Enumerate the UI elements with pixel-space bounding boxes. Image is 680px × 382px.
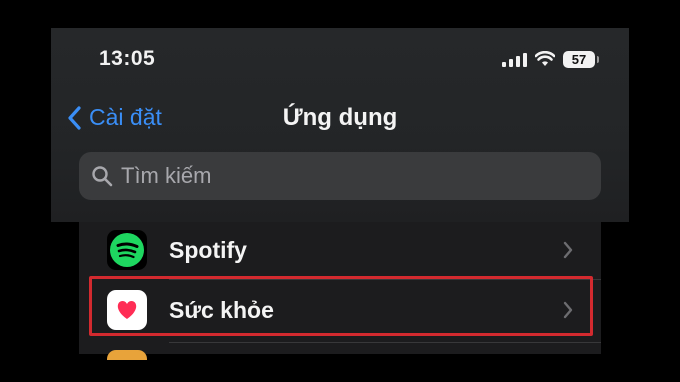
health-heart-icon xyxy=(107,290,147,330)
battery-icon: 57 xyxy=(563,50,599,68)
partial-app-icon xyxy=(107,350,147,360)
cellular-signal-icon xyxy=(502,51,527,67)
list-item-health[interactable]: Sức khỏe xyxy=(79,282,601,338)
chevron-right-icon xyxy=(563,241,573,259)
status-icons: 57 xyxy=(502,49,599,69)
back-button[interactable]: Cài đặt xyxy=(67,104,162,131)
app-list: Spotify Sức khỏe xyxy=(79,222,601,354)
list-item-spotify[interactable]: Spotify xyxy=(79,222,601,278)
row-divider xyxy=(169,342,601,343)
wifi-icon xyxy=(535,51,555,66)
app-name: Sức khỏe xyxy=(169,296,274,323)
search-field[interactable] xyxy=(79,152,601,200)
status-time: 13:05 xyxy=(99,47,156,70)
chevron-left-icon xyxy=(68,105,81,130)
back-label: Cài đặt xyxy=(89,104,162,130)
status-and-nav-area: 13:05 57 Cài đặt Ứng dụng xyxy=(51,28,629,222)
app-name: Spotify xyxy=(169,236,247,263)
row-divider xyxy=(169,279,601,280)
search-icon xyxy=(92,166,113,187)
chevron-right-icon xyxy=(563,301,573,319)
spotify-icon xyxy=(107,230,147,270)
search-input[interactable] xyxy=(121,163,561,189)
